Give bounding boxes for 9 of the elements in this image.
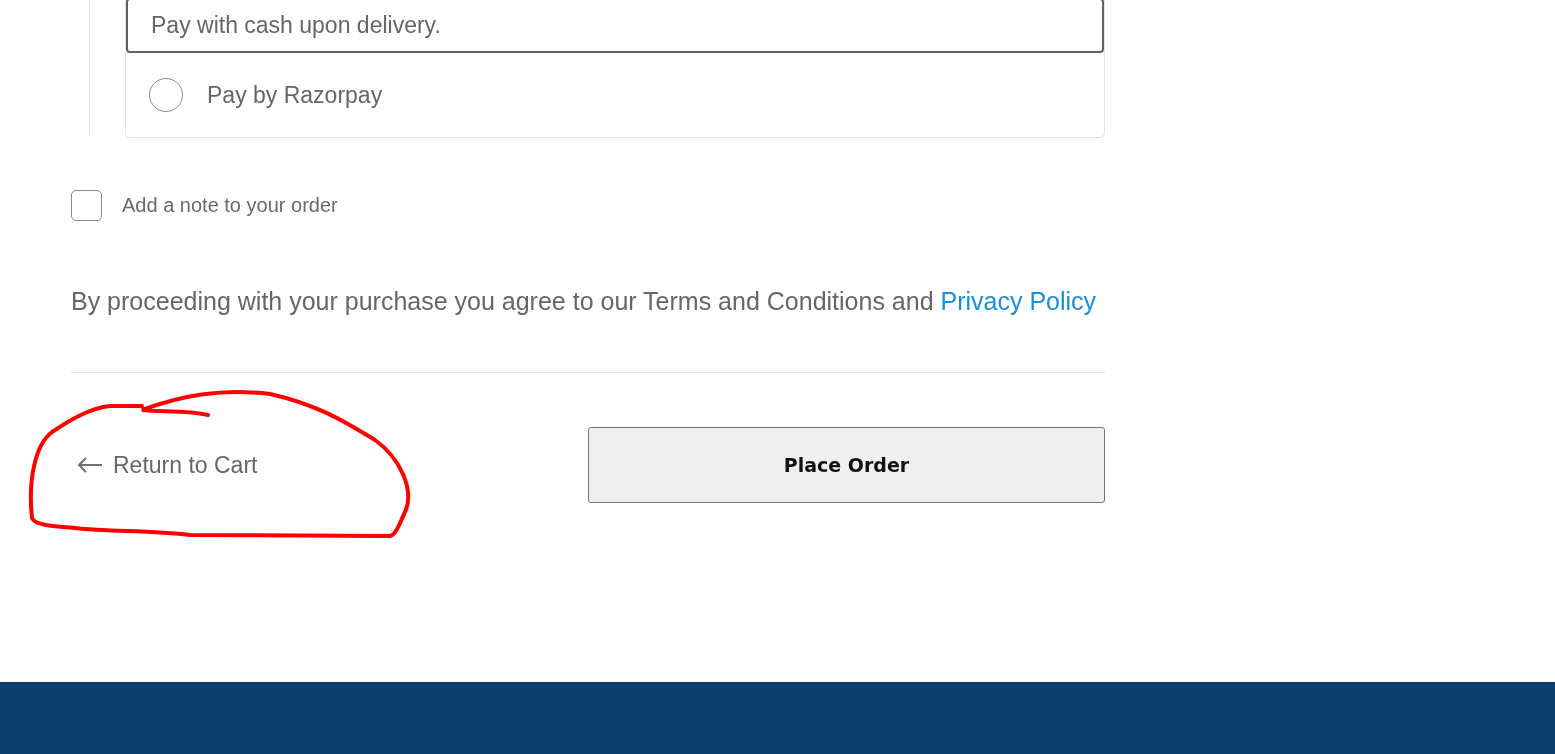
checkbox[interactable] xyxy=(71,190,102,221)
terms-text: By proceeding with your purchase you agree to our Terms and Conditions and Privacy Policy xyxy=(71,287,1098,316)
return-to-cart-link[interactable]: Return to Cart xyxy=(77,451,258,479)
arrow-left-icon xyxy=(77,456,103,474)
place-order-button[interactable]: Place Order xyxy=(588,427,1105,503)
payment-option-label[interactable]: Pay by Razorpay xyxy=(207,81,383,109)
payment-description: Pay with cash upon delivery. xyxy=(151,12,441,39)
checkbox-label[interactable]: Add a note to your order xyxy=(122,194,338,217)
privacy-policy-link[interactable]: Privacy Policy xyxy=(940,287,1097,315)
